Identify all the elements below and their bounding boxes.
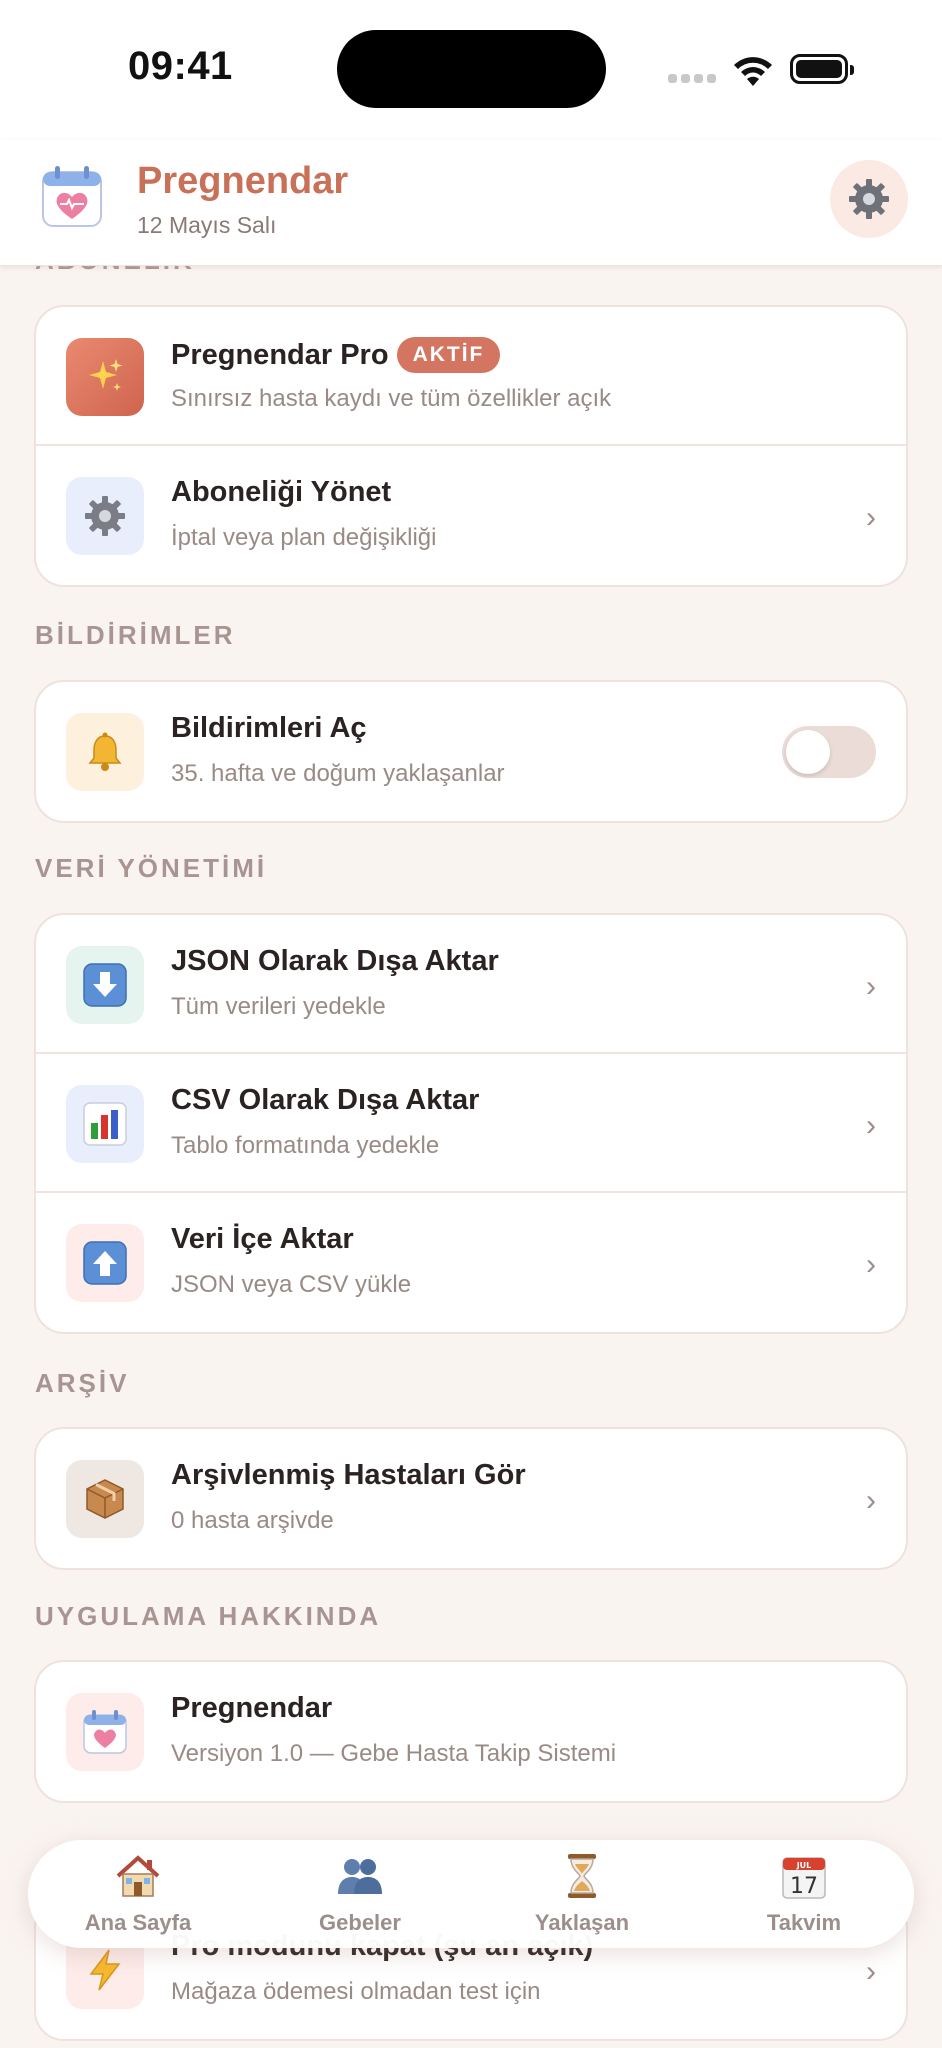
chevron-right-icon: ›: [866, 1109, 876, 1142]
import-data-title: Veri İçe Aktar: [171, 1223, 354, 1255]
cellular-signal-icon: [668, 74, 718, 84]
hourglass-icon: [558, 1852, 606, 1900]
tab-calendar-label: Takvim: [766, 1910, 842, 1935]
archived-patients-title: Arşivlenmiş Hastaları Gör: [171, 1459, 526, 1491]
export-csv-row[interactable]: CSV Olarak Dışa Aktar Tablo formatında y…: [36, 1054, 906, 1193]
dynamic-island: [337, 30, 606, 108]
download-arrow-icon: [66, 946, 144, 1024]
settings-button[interactable]: [830, 160, 908, 238]
house-icon: [114, 1852, 162, 1900]
data-management-card: JSON Olarak Dışa Aktar Tüm verileri yede…: [34, 913, 908, 1334]
upload-arrow-icon: [66, 1224, 144, 1302]
export-json-row[interactable]: JSON Olarak Dışa Aktar Tüm verileri yede…: [36, 915, 906, 1054]
manage-subscription-row[interactable]: Aboneliği Yönet İptal veya plan değişikl…: [36, 446, 906, 585]
app-logo-icon: [40, 164, 104, 230]
export-json-title: JSON Olarak Dışa Aktar: [171, 945, 499, 977]
about-app-version: Versiyon 1.0 — Gebe Hasta Takip Sistemi: [171, 1740, 617, 1767]
battery-icon: [790, 54, 854, 84]
settings-screen: ABONELİK Pregnendar ProAKTİF Sınırsız ha…: [0, 0, 942, 2048]
section-title-about: UYGULAMA HAKKINDA: [35, 1601, 382, 1631]
export-csv-subtitle: Tablo formatında yedekle: [171, 1132, 440, 1159]
chevron-right-icon: ›: [866, 970, 876, 1003]
import-data-subtitle: JSON veya CSV yükle: [171, 1271, 412, 1298]
notifications-subtitle: 35. hafta ve doğum yaklaşanlar: [171, 760, 505, 787]
app-title: Pregnendar: [137, 160, 349, 202]
calendar-icon-day: 17: [790, 1874, 818, 1899]
section-title-archive: ARŞİV: [35, 1368, 130, 1398]
pro-status-row: Pregnendar Pro AKTİF Sınırsız hasta kaydı…: [36, 307, 906, 446]
status-bar: 09:41: [0, 0, 942, 140]
sparkles-icon: [66, 338, 144, 416]
archive-card: Arşivlenmiş Hastaları Gör 0 hasta arşivd…: [34, 1427, 908, 1570]
notifications-card: Bildirimleri Aç 35. hafta ve doğum yakla…: [34, 680, 908, 823]
tab-bar: Ana Sayfa Gebeler Yaklaşan JUL 17 Takvim: [28, 1840, 914, 1948]
about-app-row: Pregnendar Versiyon 1.0 — Gebe Hasta Tak…: [36, 1662, 906, 1801]
subscription-card: Pregnendar Pro AKTİF Sınırsız hasta kaydı…: [34, 305, 908, 587]
chevron-right-icon: ›: [866, 1248, 876, 1281]
notifications-row: Bildirimleri Aç 35. hafta ve doğum yakla…: [36, 682, 906, 821]
tab-pregnants-label: Gebeler: [319, 1910, 401, 1935]
pro-title-text: Pregnendar Pro: [171, 339, 389, 371]
calendar-icon: JUL 17: [780, 1852, 828, 1900]
export-json-subtitle: Tüm verileri yedekle: [171, 993, 386, 1020]
tab-upcoming[interactable]: Yaklaşan: [482, 1840, 682, 1948]
status-time: 09:41: [128, 44, 233, 88]
toggle-knob: [786, 730, 830, 774]
archived-patients-subtitle: 0 hasta arşivde: [171, 1507, 334, 1534]
notifications-toggle[interactable]: [782, 726, 876, 778]
gear-icon: [66, 477, 144, 555]
tab-calendar[interactable]: JUL 17 Takvim: [704, 1840, 904, 1948]
tab-home-label: Ana Sayfa: [84, 1910, 192, 1935]
chevron-right-icon: ›: [866, 501, 876, 534]
toggle-pro-mode-subtitle: Mağaza ödemesi olmadan test için: [171, 1978, 541, 2005]
people-icon: [336, 1852, 384, 1900]
tab-home[interactable]: Ana Sayfa: [38, 1840, 238, 1948]
import-data-row[interactable]: Veri İçe Aktar JSON veya CSV yükle ›: [36, 1193, 906, 1332]
notifications-title: Bildirimleri Aç: [171, 712, 367, 744]
about-card: Pregnendar Versiyon 1.0 — Gebe Hasta Tak…: [34, 1660, 908, 1803]
manage-subscription-title: Aboneliği Yönet: [171, 476, 392, 508]
calendar-icon-month: JUL: [796, 1861, 812, 1870]
app-header: Pregnendar 12 Mayıs Salı: [0, 140, 942, 266]
archived-patients-row[interactable]: Arşivlenmiş Hastaları Gör 0 hasta arşivd…: [36, 1429, 906, 1568]
active-badge: AKTİF: [396, 337, 501, 373]
wifi-icon: [729, 50, 777, 88]
chevron-right-icon: ›: [866, 1484, 876, 1517]
tab-pregnants[interactable]: Gebeler: [260, 1840, 460, 1948]
pro-title: Pregnendar Pro AKTİF: [171, 337, 501, 373]
app-calendar-heart-icon: [66, 1693, 144, 1771]
manage-subscription-subtitle: İptal veya plan değişikliği: [171, 524, 437, 551]
export-csv-title: CSV Olarak Dışa Aktar: [171, 1084, 480, 1116]
chevron-right-icon: ›: [866, 1955, 876, 1988]
section-title-notifications: BİLDİRİMLER: [35, 620, 236, 650]
tab-upcoming-label: Yaklaşan: [534, 1910, 630, 1935]
pro-subtitle: Sınırsız hasta kaydı ve tüm özellikler a…: [171, 385, 612, 412]
package-icon: [66, 1460, 144, 1538]
about-app-title: Pregnendar: [171, 1692, 333, 1724]
header-date: 12 Mayıs Salı: [137, 212, 277, 238]
bar-chart-icon: [66, 1085, 144, 1163]
section-title-data-management: VERİ YÖNETİMİ: [35, 853, 268, 883]
bell-icon: [66, 713, 144, 791]
gear-icon: [849, 179, 889, 219]
